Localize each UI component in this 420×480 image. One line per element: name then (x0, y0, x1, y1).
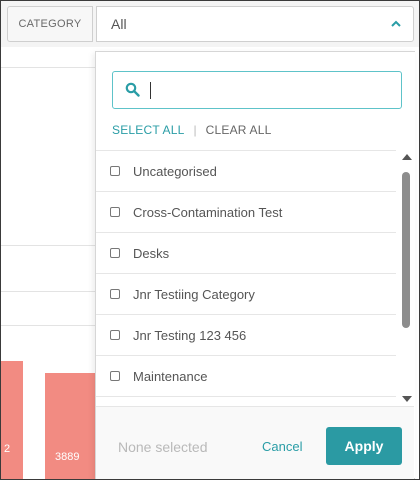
cancel-button[interactable]: Cancel (262, 439, 302, 454)
gridline (1, 291, 95, 292)
category-list: Uncategorised Cross-Contamination Test D… (96, 150, 396, 449)
scrollbar-thumb[interactable] (402, 172, 410, 328)
category-label: CATEGORY (7, 6, 93, 42)
category-option-label: Uncategorised (133, 163, 217, 179)
chart-bar (45, 373, 95, 479)
selection-actions: SELECT ALL | CLEAR ALL (112, 122, 271, 138)
background-chart-area: 2 3889 (1, 47, 95, 479)
app-frame: CATEGORY All 2 3889 SELECT ALL | CLEAR A… (0, 0, 420, 480)
category-option[interactable]: Uncategorised (96, 151, 396, 192)
bar-value-label: 2 (4, 443, 11, 455)
search-field[interactable] (112, 71, 402, 109)
category-select[interactable]: All (96, 6, 414, 42)
category-option[interactable]: Cross-Contamination Test (96, 192, 396, 233)
gridline (1, 245, 95, 246)
category-selected-value: All (111, 16, 127, 32)
bar-value-label: 3889 (55, 451, 80, 463)
search-input[interactable] (149, 78, 389, 102)
category-option-label: Maintenance (133, 368, 208, 384)
category-option-label: Jnr Testing 123 456 (133, 327, 247, 343)
search-icon (125, 82, 140, 97)
dropdown-footer: None selected Cancel Apply (96, 406, 414, 479)
category-option-label: Cross-Contamination Test (133, 204, 283, 220)
checkbox[interactable] (110, 330, 120, 340)
apply-button[interactable]: Apply (326, 427, 402, 465)
checkbox[interactable] (110, 248, 120, 258)
category-option[interactable]: Desks (96, 233, 396, 274)
divider: | (193, 123, 197, 137)
category-option[interactable]: Jnr Testiing Category (96, 274, 396, 315)
category-option-label: Jnr Testiing Category (133, 286, 255, 302)
checkbox[interactable] (110, 371, 120, 381)
filter-bar: CATEGORY All (1, 1, 419, 47)
list-scrollbar[interactable] (398, 150, 414, 408)
select-all-link[interactable]: SELECT ALL (112, 123, 185, 137)
category-dropdown-panel: SELECT ALL | CLEAR ALL Uncategorised Cro… (95, 51, 415, 479)
text-cursor (150, 82, 151, 99)
checkbox[interactable] (110, 207, 120, 217)
clear-all-link[interactable]: CLEAR ALL (206, 123, 272, 137)
gridline (1, 325, 95, 326)
gridline (1, 67, 95, 68)
chart-bar (1, 361, 23, 479)
scroll-down-arrow-icon[interactable] (402, 396, 412, 402)
category-option[interactable]: Jnr Testing 123 456 (96, 315, 396, 356)
category-option-label: Desks (133, 245, 170, 261)
checkbox[interactable] (110, 289, 120, 299)
category-option[interactable]: Maintenance (96, 356, 396, 397)
scroll-up-arrow-icon[interactable] (402, 154, 412, 160)
checkbox[interactable] (110, 166, 120, 176)
selection-status: None selected (118, 439, 208, 455)
chevron-up-icon (391, 20, 401, 27)
